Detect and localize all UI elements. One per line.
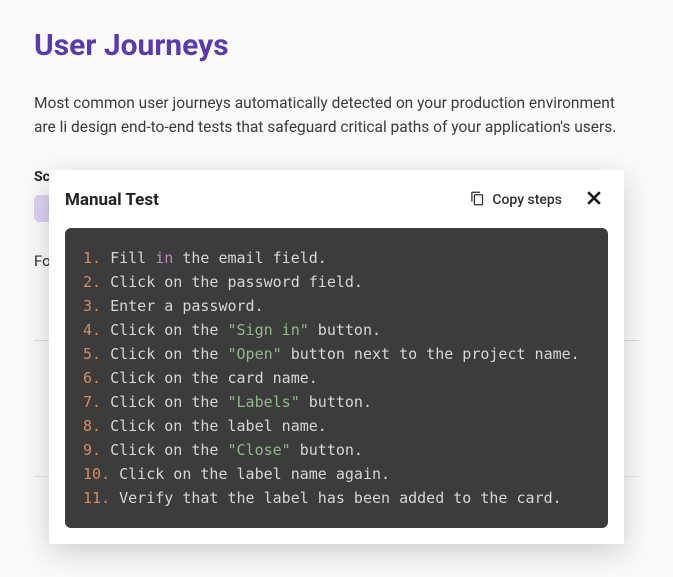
manual-test-modal: Manual Test Copy steps 1. Fill in the em… (49, 170, 624, 544)
step-string: "Sign in" (228, 321, 309, 339)
step-line: 5. Click on the "Open" button next to th… (83, 342, 590, 366)
step-line: 9. Click on the "Close" button. (83, 438, 590, 462)
page-description: Most common user journeys automatically … (34, 91, 639, 139)
step-string: "Open" (228, 345, 282, 363)
step-line: 2. Click on the password field. (83, 270, 590, 294)
step-string: "Labels" (228, 393, 300, 411)
step-number: 4. (83, 321, 101, 339)
modal-header: Manual Test Copy steps (65, 186, 608, 214)
copy-steps-button[interactable]: Copy steps (470, 191, 562, 210)
step-number: 2. (83, 273, 101, 291)
page-title: User Journeys (34, 28, 639, 63)
step-keyword: in (155, 249, 173, 267)
step-line: 4. Click on the "Sign in" button. (83, 318, 590, 342)
step-number: 7. (83, 393, 101, 411)
copy-steps-label: Copy steps (492, 192, 562, 208)
close-icon (584, 188, 604, 212)
copy-icon (470, 191, 485, 210)
step-number: 3. (83, 297, 101, 315)
step-line: 11. Verify that the label has been added… (83, 486, 590, 510)
step-line: 7. Click on the "Labels" button. (83, 390, 590, 414)
step-line: 6. Click on the card name. (83, 366, 590, 390)
step-line: 10. Click on the label name again. (83, 462, 590, 486)
modal-title: Manual Test (65, 190, 470, 210)
step-number: 11. (83, 489, 110, 507)
step-number: 5. (83, 345, 101, 363)
step-number: 8. (83, 417, 101, 435)
step-string: "Close" (228, 441, 291, 459)
step-number: 9. (83, 441, 101, 459)
step-line: 3. Enter a password. (83, 294, 590, 318)
step-number: 10. (83, 465, 110, 483)
step-number: 1. (83, 249, 101, 267)
step-line: 1. Fill in the email field. (83, 246, 590, 270)
step-number: 6. (83, 369, 101, 387)
step-line: 8. Click on the label name. (83, 414, 590, 438)
steps-code-block: 1. Fill in the email field.2. Click on t… (65, 228, 608, 528)
close-button[interactable] (580, 186, 608, 214)
